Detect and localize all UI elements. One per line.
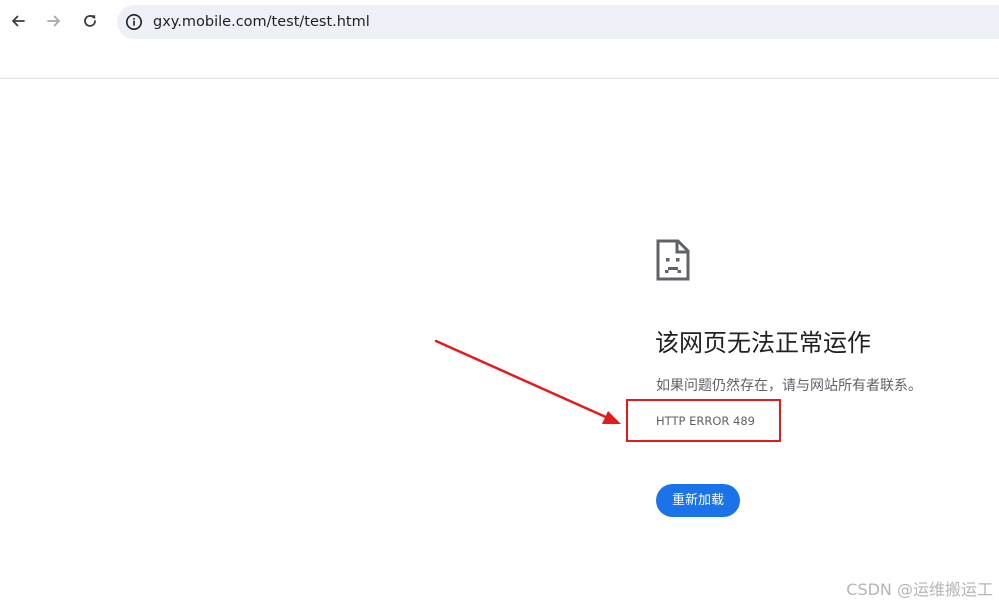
url-text[interactable]: gxy.mobile.com/test/test.html (153, 13, 370, 31)
back-button[interactable] (6, 9, 30, 33)
annotation-arrow (434, 339, 621, 424)
arrow-right-icon (47, 15, 60, 27)
browser-window: gxy.mobile.com/test/test.html 该网页无法正常运作 … (0, 0, 999, 608)
error-title: 该网页无法正常运作 (655, 329, 871, 357)
arrow-left-icon (12, 15, 25, 27)
watermark: CSDN @运维搬运工 (846, 580, 993, 599)
forward-button[interactable] (42, 9, 66, 33)
info-icon (126, 14, 142, 30)
error-description: 如果问题仍然存在，请与网站所有者联系。 (656, 378, 922, 394)
browser-toolbar: gxy.mobile.com/test/test.html (0, 0, 999, 79)
sad-document-icon (656, 239, 690, 281)
reload-icon (84, 15, 96, 27)
reload-page-button[interactable] (78, 9, 102, 33)
reload-button[interactable]: 重新加载 (656, 484, 740, 517)
annotation-highlight-box (626, 399, 781, 442)
site-info-button[interactable] (124, 12, 144, 32)
address-bar[interactable]: gxy.mobile.com/test/test.html (117, 5, 999, 39)
